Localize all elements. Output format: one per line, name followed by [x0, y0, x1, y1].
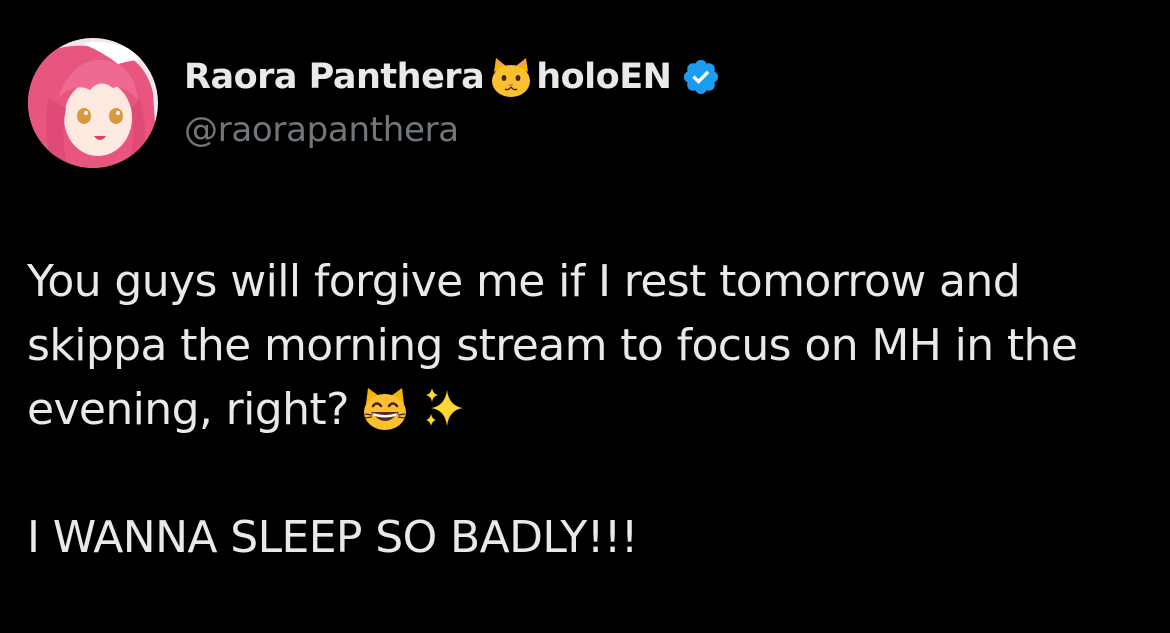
tweet-text-line-with-emoji: evening, right?: [27, 378, 1147, 442]
tweet-card: Raora Panthera holoEN @raorapanthera You…: [0, 0, 1170, 633]
tweet-text-line: skippa the morning stream to focus on MH…: [27, 320, 1078, 371]
tweet-text-line: You guys will forgive me if I rest tomor…: [27, 256, 1021, 307]
sparkles-icon: [421, 384, 469, 432]
cat-face-icon: [488, 54, 534, 100]
author-handle[interactable]: @raorapanthera: [184, 110, 459, 150]
tweet-text: You guys will forgive me if I rest tomor…: [27, 250, 1147, 570]
tweet-text-segment: evening, right?: [27, 384, 349, 435]
avatar-image: [28, 38, 158, 168]
verified-badge-icon[interactable]: [681, 57, 721, 97]
grinning-cat-icon: [361, 384, 409, 432]
author-name-row: Raora Panthera holoEN: [184, 52, 721, 102]
author-affiliation: holoEN: [536, 57, 672, 97]
avatar[interactable]: [28, 38, 158, 168]
author-display-name[interactable]: Raora Panthera: [184, 57, 485, 97]
tweet-text-line: I WANNA SLEEP SO BADLY!!!: [27, 512, 638, 563]
